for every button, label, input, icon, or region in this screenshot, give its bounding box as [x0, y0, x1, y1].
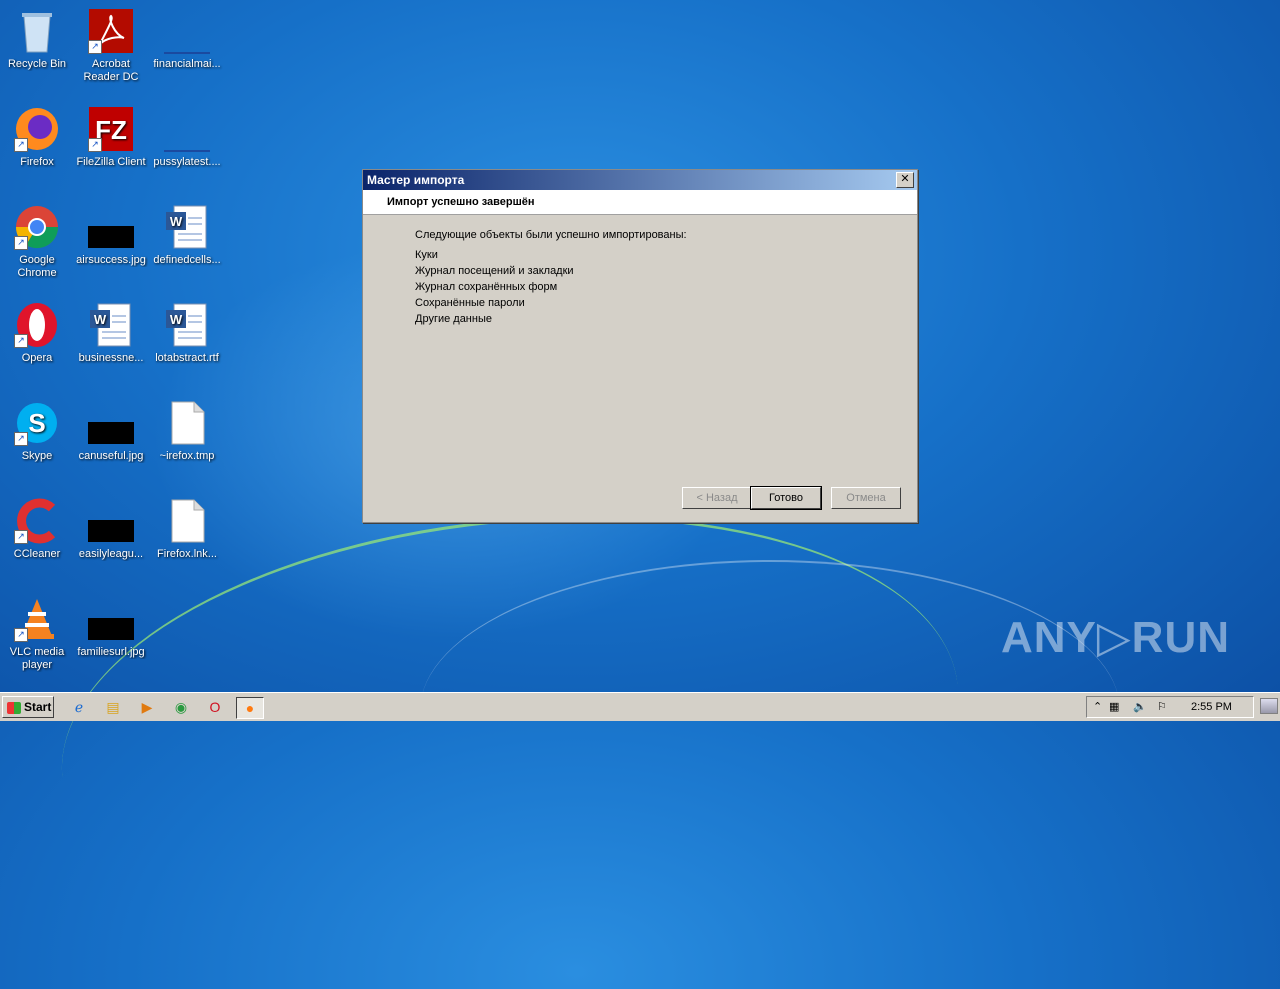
- svg-text:W: W: [170, 214, 183, 229]
- recycle-bin-icon: [14, 8, 60, 54]
- file-icon: [164, 106, 210, 152]
- close-icon: ✕: [900, 173, 910, 185]
- skype-icon: S ↗: [14, 400, 60, 446]
- desktop-icon-skype[interactable]: S ↗ Skype: [0, 396, 74, 463]
- dialog-content: Следующие объекты были успешно импортиро…: [363, 215, 917, 327]
- imported-item-other: Другие данные: [415, 313, 492, 325]
- shortcut-arrow-icon: ↗: [88, 138, 102, 152]
- taskbar: Start ℯ ▤ ▶ ◉ O ● ⌃ ▦ 🔈 ⚐ 2:55 PM: [0, 692, 1280, 721]
- image-icon: [88, 400, 134, 446]
- image-icon: [88, 204, 134, 250]
- desktop-icon-canuseful[interactable]: canuseful.jpg: [74, 396, 148, 463]
- acrobat-icon: ↗: [88, 8, 134, 54]
- shortcut-arrow-icon: ↗: [14, 334, 28, 348]
- start-label: Start: [24, 700, 52, 714]
- firefox-icon: ↗: [14, 106, 60, 152]
- system-tray: ⌃ ▦ 🔈 ⚐ 2:55 PM: [1086, 696, 1254, 718]
- shortcut-arrow-icon: ↗: [14, 432, 28, 446]
- desktop-icon-lotabstract[interactable]: W lotabstract.rtf: [150, 298, 224, 365]
- action-center-flag-icon[interactable]: ⚐: [1157, 697, 1167, 717]
- taskbar-chrome-button[interactable]: ◉: [170, 697, 192, 717]
- firefox-icon: ●: [245, 700, 255, 716]
- desktop-icon-firefox[interactable]: ↗ Firefox: [0, 102, 74, 169]
- opera-icon: ↗: [14, 302, 60, 348]
- dialog-title: Мастер импорта: [367, 173, 465, 187]
- desktop-icon-filezilla[interactable]: FZ ↗ FileZilla Client: [74, 102, 148, 169]
- desktop-icon-firefox-lnk[interactable]: Firefox.lnk...: [150, 494, 224, 561]
- shortcut-arrow-icon: ↗: [88, 40, 102, 54]
- dialog-titlebar[interactable]: Мастер импорта ✕: [363, 170, 917, 190]
- media-player-icon: ▶: [141, 699, 153, 715]
- taskbar-ie-button[interactable]: ℯ: [68, 697, 90, 717]
- desktop-icon-easilyleagu[interactable]: easilyleagu...: [74, 494, 148, 561]
- volume-icon[interactable]: 🔈: [1133, 697, 1147, 717]
- back-button[interactable]: < Назад: [682, 487, 752, 509]
- shortcut-arrow-icon: ↗: [14, 236, 28, 250]
- show-desktop-button[interactable]: [1260, 698, 1278, 714]
- desktop-icon-vlc[interactable]: ↗ VLC media player: [0, 592, 74, 672]
- start-button[interactable]: Start: [2, 696, 54, 718]
- desktop-icon-acrobat[interactable]: ↗ Acrobat Reader DC: [74, 4, 148, 84]
- desktop-icon-familiesurl[interactable]: familiesurl.jpg: [74, 592, 148, 659]
- dialog-header: Импорт успешно завершён: [363, 190, 917, 215]
- shortcut-arrow-icon: ↗: [14, 138, 28, 152]
- svg-text:W: W: [94, 312, 107, 327]
- svg-text:W: W: [170, 312, 183, 327]
- blank-file-icon: [164, 400, 210, 446]
- cancel-button[interactable]: Отмена: [831, 487, 901, 509]
- close-button[interactable]: ✕: [896, 172, 914, 188]
- show-hidden-icons-button[interactable]: ⌃: [1093, 697, 1102, 717]
- desktop-icon-airsuccess[interactable]: airsuccess.jpg: [74, 200, 148, 267]
- import-wizard-dialog: Мастер импорта ✕ Импорт успешно завершён…: [362, 169, 918, 523]
- desktop-icon-ccleaner[interactable]: ↗ CCleaner: [0, 494, 74, 561]
- word-doc-icon: W: [88, 302, 134, 348]
- opera-icon: O: [209, 699, 221, 715]
- shortcut-arrow-icon: ↗: [14, 628, 28, 642]
- svg-text:S: S: [28, 408, 45, 438]
- import-intro-text: Следующие объекты были успешно импортиро…: [415, 229, 687, 241]
- imported-item-cookies: Куки: [415, 249, 438, 261]
- filezilla-icon: FZ ↗: [88, 106, 134, 152]
- ie-icon: ℯ: [74, 699, 84, 715]
- image-icon: [88, 498, 134, 544]
- taskbar-opera-button[interactable]: O: [204, 697, 226, 717]
- desktop-icon-definedcells[interactable]: W definedcells...: [150, 200, 224, 267]
- ccleaner-icon: ↗: [14, 498, 60, 544]
- vlc-icon: ↗: [14, 596, 60, 642]
- desktop-icon-businessne[interactable]: W businessne...: [74, 298, 148, 365]
- taskbar-media-player-button[interactable]: ▶: [136, 697, 158, 717]
- image-icon: [88, 596, 134, 642]
- desktop-icon-financialmai[interactable]: financialmai...: [150, 4, 224, 71]
- network-icon[interactable]: ▦: [1109, 697, 1119, 717]
- imported-item-passwords: Сохранённые пароли: [415, 297, 525, 309]
- desktop-icon-recycle-bin[interactable]: Recycle Bin: [0, 4, 74, 71]
- taskbar-firefox-button[interactable]: ●: [236, 697, 264, 719]
- desktop-icon-chrome[interactable]: ↗ Google Chrome: [0, 200, 74, 280]
- watermark: ANY▷RUN: [1000, 613, 1230, 662]
- finish-button[interactable]: Готово: [750, 486, 822, 510]
- desktop-icon-opera[interactable]: ↗ Opera: [0, 298, 74, 365]
- imported-item-forms: Журнал сохранённых форм: [415, 281, 558, 293]
- windows-flag-icon: [7, 701, 21, 714]
- shortcut-arrow-icon: ↗: [14, 530, 28, 544]
- imported-item-history: Журнал посещений и закладки: [415, 265, 574, 277]
- chrome-icon: ◉: [174, 699, 188, 715]
- taskbar-explorer-button[interactable]: ▤: [102, 697, 124, 717]
- clock[interactable]: 2:55 PM: [1191, 697, 1232, 717]
- desktop-icon-pussylatest[interactable]: pussylatest....: [150, 102, 224, 169]
- blank-file-icon: [164, 498, 210, 544]
- desktop-icon-irefox-tmp[interactable]: ~irefox.tmp: [150, 396, 224, 463]
- file-icon: [164, 8, 210, 54]
- folder-icon: ▤: [106, 699, 120, 715]
- chrome-icon: ↗: [14, 204, 60, 250]
- word-doc-icon: W: [164, 204, 210, 250]
- word-doc-icon: W: [164, 302, 210, 348]
